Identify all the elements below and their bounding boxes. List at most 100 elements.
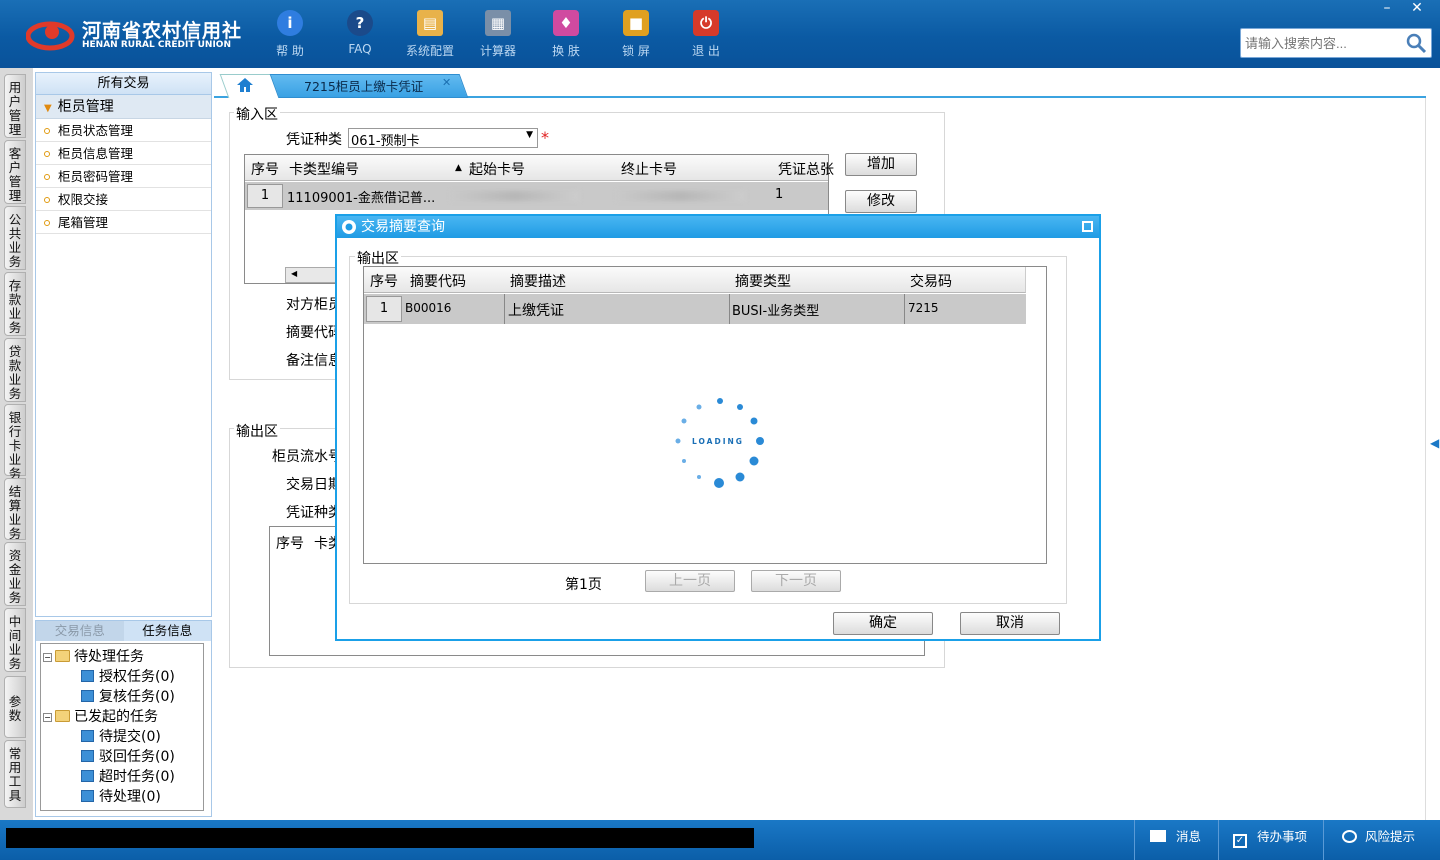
- table-row[interactable]: 1 11109001-金燕借记普... 1: [245, 182, 828, 210]
- card-grid-header: 序号 卡类型编号 ▲ 起始卡号 终止卡号 凭证总张: [245, 155, 834, 181]
- tree-node-initiated[interactable]: − 已发起的任务: [43, 706, 158, 726]
- output-legend: 输出区: [234, 421, 280, 441]
- tree-node-submit[interactable]: 待提交(0): [81, 726, 161, 746]
- logo-subtitle: HENAN RURAL CREDIT UNION: [82, 40, 231, 50]
- menu-item-teller-status[interactable]: 柜员状态管理: [36, 119, 211, 142]
- trade-date-label: 交易日期: [286, 477, 342, 493]
- exit-button[interactable]: ⏻ 退 出: [678, 8, 734, 64]
- page-indicator: 第1页: [565, 577, 602, 593]
- power-icon: ⏻: [693, 10, 719, 36]
- tab-task-info[interactable]: 任务信息: [124, 621, 212, 641]
- question-icon: ?: [347, 10, 373, 36]
- counterpart-teller-label: 对方柜员: [286, 297, 342, 313]
- summary-query-dialog: 交易摘要查询 输出区 序号 摘要代码 摘要描述 摘要类型 交易码 1 B0001…: [335, 214, 1101, 641]
- system-config-button[interactable]: ▤ 系统配置: [402, 8, 458, 64]
- tree-node-todo[interactable]: 待处理(0): [81, 786, 161, 806]
- side-tab-deposit[interactable]: 存款业务: [4, 272, 26, 336]
- cancel-button[interactable]: 取消: [960, 612, 1060, 635]
- minimize-button[interactable]: –: [1372, 0, 1402, 16]
- home-icon[interactable]: [236, 77, 254, 93]
- calculator-button[interactable]: ▦ 计算器: [470, 8, 526, 64]
- side-tab-public[interactable]: 公共业务: [4, 206, 26, 270]
- status-message-area: [6, 828, 754, 848]
- help-button[interactable]: i 帮 助: [262, 8, 318, 64]
- tree-node-pending[interactable]: − 待处理任务: [43, 646, 144, 666]
- start-card-no-masked: [451, 191, 579, 201]
- search-icon[interactable]: [1405, 32, 1427, 54]
- risk-alert-button[interactable]: 风险提示: [1342, 828, 1415, 846]
- prev-page-button[interactable]: 上一页: [645, 570, 735, 592]
- caret-down-icon: ▼: [44, 103, 52, 114]
- transaction-menu: 所有交易 ▼ 柜员管理 柜员状态管理 柜员信息管理 柜员密码管理 权限交接 尾箱管…: [35, 72, 212, 617]
- next-page-button[interactable]: 下一页: [751, 570, 841, 592]
- tree-node-auth[interactable]: 授权任务(0): [81, 666, 175, 686]
- menu-item-tail-box[interactable]: 尾箱管理: [36, 211, 211, 234]
- end-card-no-masked: [617, 191, 745, 201]
- side-tab-customer[interactable]: 客户管理: [4, 140, 26, 204]
- bullet-icon: [44, 174, 50, 180]
- tab-trade-info[interactable]: 交易信息: [36, 621, 124, 641]
- item-icon: [81, 730, 94, 742]
- item-icon: [81, 790, 94, 802]
- loading-text: LOADING: [692, 437, 744, 446]
- menu-item-teller-info[interactable]: 柜员信息管理: [36, 142, 211, 165]
- lock-screen-button[interactable]: ■ 锁 屏: [608, 8, 664, 64]
- faq-button[interactable]: ? FAQ: [332, 8, 388, 64]
- summary-grid: 序号 摘要代码 摘要描述 摘要类型 交易码 1 B00016 上缴凭证 BUSI…: [363, 266, 1047, 564]
- folder-icon: [55, 710, 70, 722]
- modify-button[interactable]: 修改: [845, 190, 917, 213]
- toolbox-icon: ▤: [417, 10, 443, 36]
- logo: 河南省农村信用社 HENAN RURAL CREDIT UNION: [22, 12, 242, 56]
- input-legend: 输入区: [234, 104, 280, 124]
- tree-node-timeout[interactable]: 超时任务(0): [81, 766, 175, 786]
- table-row[interactable]: 1 B00016 上缴凭证 BUSI-业务类型 7215: [364, 294, 1026, 324]
- top-toolbar: 河南省农村信用社 HENAN RURAL CREDIT UNION i 帮 助 …: [0, 0, 1440, 68]
- tree-node-rejected[interactable]: 驳回任务(0): [81, 746, 175, 766]
- bullet-icon: [44, 128, 50, 134]
- envelope-icon: [1150, 830, 1166, 842]
- side-tab-fund[interactable]: 资金业务: [4, 542, 26, 606]
- logo-mark-icon: [26, 21, 75, 51]
- menu-item-teller-password[interactable]: 柜员密码管理: [36, 165, 211, 188]
- collapse-arrow-icon[interactable]: ◀: [1430, 436, 1439, 450]
- side-tab-loan[interactable]: 贷款业务: [4, 338, 26, 402]
- tab-close-icon[interactable]: ✕: [442, 76, 451, 89]
- chat-bubble-icon: [1342, 830, 1357, 843]
- voucher-type-select[interactable]: 061-预制卡 ▼: [348, 128, 538, 149]
- close-button[interactable]: ✕: [1402, 0, 1432, 16]
- menu-header: 所有交易: [36, 73, 211, 95]
- side-tab-user[interactable]: 用户管理: [4, 74, 26, 138]
- tab-7215-label: 7215柜员上缴卡凭证: [304, 79, 424, 94]
- info-icon: i: [277, 10, 303, 36]
- dialog-title-bar: 交易摘要查询: [337, 216, 1099, 238]
- item-icon: [81, 670, 94, 682]
- menu-item-permission-handover[interactable]: 权限交接: [36, 188, 211, 211]
- add-button[interactable]: 增加: [845, 153, 917, 176]
- tab-bar: 7215柜员上缴卡凭证 ✕: [214, 72, 1426, 98]
- menu-group-teller[interactable]: ▼ 柜员管理: [36, 95, 211, 119]
- bullet-icon: [44, 151, 50, 157]
- side-tab-settlement[interactable]: 结算业务: [4, 478, 26, 541]
- folder-icon: [55, 650, 70, 662]
- tree-node-review[interactable]: 复核任务(0): [81, 686, 175, 706]
- dialog-app-icon: [342, 220, 356, 234]
- side-tab-intermediate[interactable]: 中间业务: [4, 608, 26, 672]
- summary-grid-header: 序号 摘要代码 摘要描述 摘要类型 交易码: [364, 267, 1026, 293]
- confirm-button[interactable]: 确定: [833, 612, 933, 635]
- messages-button[interactable]: 消息: [1150, 828, 1201, 846]
- skin-button[interactable]: ♦ 换 肤: [538, 8, 594, 64]
- side-tab-tools[interactable]: 常用工具: [4, 740, 26, 808]
- bullet-icon: [44, 197, 50, 203]
- chevron-down-icon: ▼: [526, 130, 533, 140]
- summary-code-label: 摘要代码: [286, 325, 342, 341]
- todo-button[interactable]: ✓ 待办事项: [1233, 828, 1307, 848]
- dialog-output-legend: 输出区: [355, 248, 401, 268]
- calculator-icon: ▦: [485, 10, 511, 36]
- side-tab-bankcard[interactable]: 银行卡业务: [4, 404, 26, 481]
- side-tab-params[interactable]: 参数: [4, 676, 26, 738]
- maximize-icon[interactable]: [1082, 221, 1093, 232]
- voucher-type2-label: 凭证种类: [286, 505, 342, 521]
- scroll-left-icon[interactable]: ◀: [291, 269, 297, 278]
- search-input[interactable]: [1241, 29, 1401, 57]
- lock-icon: ■: [623, 10, 649, 36]
